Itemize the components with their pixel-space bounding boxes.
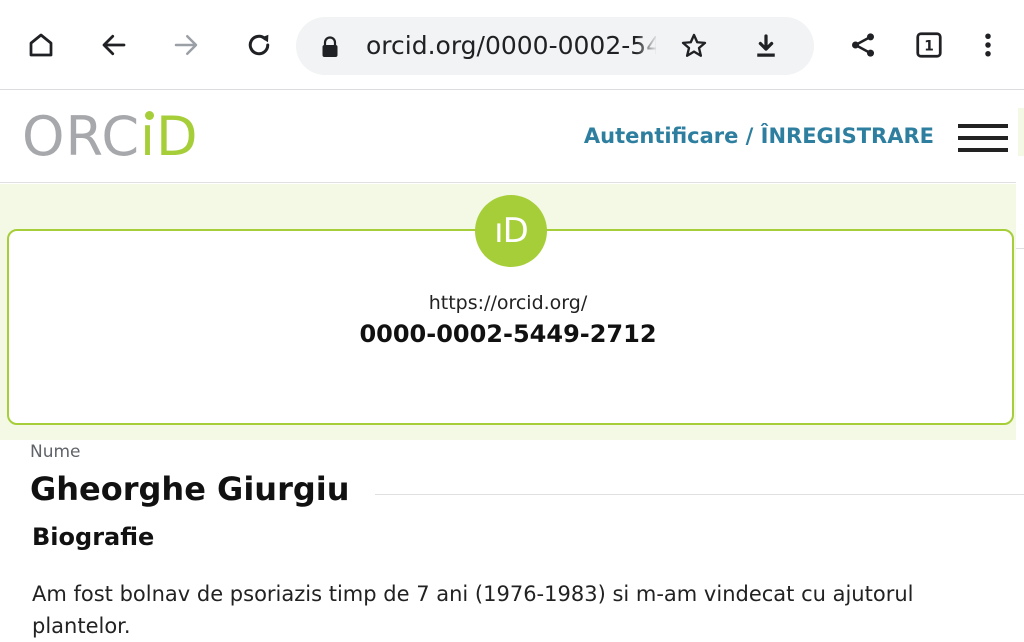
orcid-base-url: https://orcid.org/ [428,292,588,314]
star-icon[interactable] [676,28,712,64]
logo-i-dot [145,111,155,120]
share-icon[interactable] [845,27,881,63]
orcid-id-number[interactable]: 0000-0002-5449-2712 [0,320,1016,348]
site-header: ORC ıD Autentificare / ÎNREGISTRARE [0,91,1016,183]
url-fade [636,27,658,65]
more-vert-icon[interactable] [970,27,1006,63]
orcid-id-banner: ıD https://orcid.org/ 0000-0002-5449-271… [0,184,1016,440]
name-label: Nume [30,442,81,462]
browser-toolbar: orcid.org/0000-0002-5449-2712 1 [0,0,1024,90]
forward-icon[interactable] [168,27,204,63]
name-divider [375,494,1024,495]
person-name: Gheorghe Giurgiu [30,470,350,508]
orcid-id-badge-icon: ıD [475,195,547,267]
logo-text-gray: ORC [22,105,141,168]
logo-text-green: ıD [140,107,199,167]
orcid-logo[interactable]: ORC ıD [22,107,199,167]
back-icon[interactable] [96,27,132,63]
download-icon[interactable] [748,28,784,64]
lock-icon[interactable] [320,36,340,62]
hamburger-menu-icon[interactable] [958,124,1008,152]
tab-count: 1 [924,39,934,55]
reload-icon[interactable] [241,27,277,63]
home-icon[interactable] [23,27,59,63]
tab-switcher-icon[interactable]: 1 [911,27,947,63]
edge-scroll-mark [1018,108,1024,156]
edge-divider [1016,248,1024,249]
biography-text: Am fost bolnav de psoriazis timp de 7 an… [32,582,914,638]
biography-heading: Biografie [32,523,155,551]
signin-register-link[interactable]: Autentificare / ÎNREGISTRARE [584,124,934,148]
url-text[interactable]: orcid.org/0000-0002-5449-2712 [366,30,656,62]
address-bar[interactable]: orcid.org/0000-0002-5449-2712 [296,17,814,75]
